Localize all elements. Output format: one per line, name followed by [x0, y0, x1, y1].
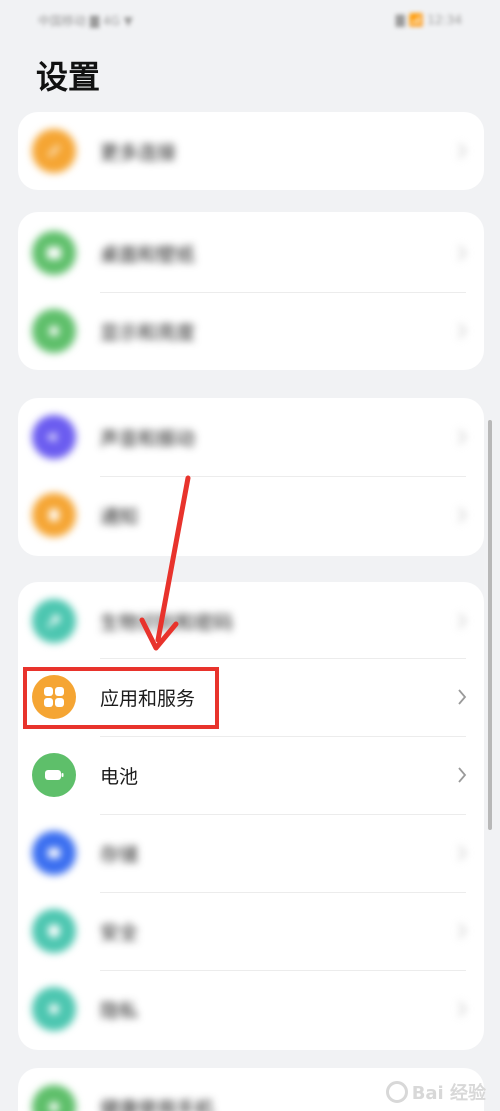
- paw-logo-icon: [385, 1081, 408, 1103]
- watermark: Bai 经验: [385, 1079, 486, 1105]
- annotation-arrow: [139, 475, 191, 651]
- watermark-text: Bai 经验: [411, 1083, 486, 1104]
